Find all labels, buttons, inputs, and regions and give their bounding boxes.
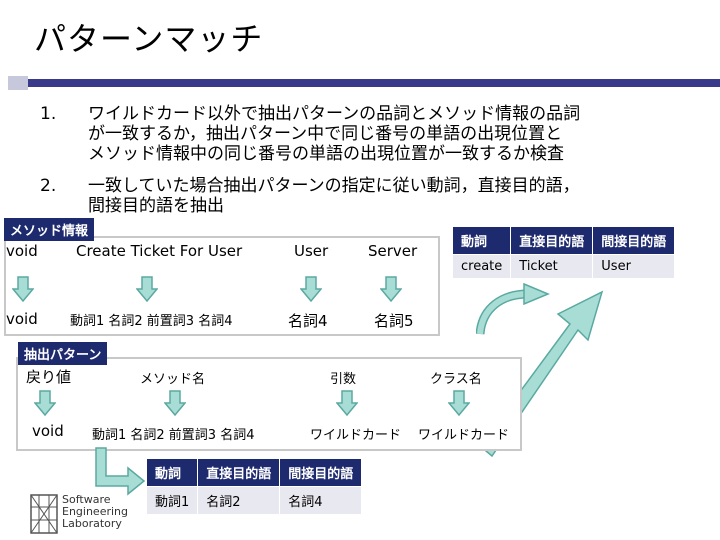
result-header-indirect-object: 間接目的語: [592, 226, 676, 255]
down-arrow-icon: [380, 276, 402, 302]
pattern-table-header-verb: 動詞: [145, 458, 199, 487]
pattern-header-args: 引数: [330, 372, 357, 387]
down-arrow-icon: [136, 276, 158, 302]
method-pos-class: 名詞5: [374, 312, 414, 330]
step-2-number: 2.: [40, 176, 57, 196]
step-1-number: 1.: [40, 104, 57, 124]
method-token-name: Create Ticket For User: [76, 242, 243, 260]
result-table: 動詞 直接目的語 間接目的語 create Ticket User: [451, 226, 676, 279]
lab-logo-icon: [30, 494, 58, 534]
down-arrow-icon: [336, 390, 358, 416]
method-pos-return: void: [6, 310, 38, 328]
title-bar-accent: [8, 76, 28, 90]
step-1-line-1: ワイルドカード以外で抽出パターンの品詞とメソッド情報の品詞: [88, 104, 581, 124]
pattern-table-cell-verb: 動詞1: [145, 486, 199, 515]
result-header-direct-object: 直接目的語: [510, 226, 594, 255]
down-arrow-icon: [164, 390, 186, 416]
down-arrow-icon: [448, 390, 470, 416]
down-arrow-icon: [12, 276, 34, 302]
pattern-table-cell-indirect-object: 名詞4: [279, 486, 363, 515]
step-2-line-2: 間接目的語を抽出: [88, 196, 224, 216]
bent-arrow-icon: [95, 447, 146, 496]
pattern-tag: 抽出パターン: [18, 342, 108, 365]
method-token-class: Server: [368, 242, 418, 260]
method-token-return: void: [6, 242, 38, 260]
result-cell-direct-object: Ticket: [510, 254, 594, 279]
pattern-value-class: ワイルドカード: [418, 428, 510, 443]
pattern-table-cell-direct-object: 名詞2: [197, 486, 281, 515]
pattern-table-header-direct-object: 直接目的語: [197, 458, 281, 487]
step-1-line-2: が一致するか，抽出パターン中で同じ番号の単語の出現位置と: [88, 124, 563, 144]
method-token-arg: User: [294, 242, 329, 260]
pattern-header-return: 戻り値: [26, 368, 72, 386]
result-cell-verb: create: [451, 254, 512, 279]
pattern-table: 動詞 直接目的語 間接目的語 動詞1 名詞2 名詞4: [145, 458, 363, 515]
title-underline-bar: [28, 79, 720, 87]
match-arrow-icon: [476, 282, 550, 335]
pattern-value-method-name: 動詞1 名詞2 前置詞3 名詞4: [92, 428, 255, 443]
step-1-line-3: メソッド情報中の同じ番号の単語の出現位置が一致するか検査: [88, 144, 564, 164]
pattern-value-return: void: [32, 422, 64, 440]
result-cell-indirect-object: User: [592, 254, 676, 279]
method-pos-arg: 名詞4: [288, 312, 328, 330]
down-arrow-icon: [34, 390, 56, 416]
method-info-tag: メソッド情報: [4, 218, 95, 241]
method-pos-name: 動詞1 名詞2 前置詞3 名詞4: [70, 314, 233, 329]
pattern-header-method-name: メソッド名: [140, 372, 206, 387]
pattern-value-args: ワイルドカード: [310, 428, 402, 443]
lab-logo-text: Software Engineering Laboratory: [62, 494, 128, 530]
down-arrow-icon: [300, 276, 322, 302]
pattern-header-class: クラス名: [430, 372, 482, 387]
step-2-line-1: 一致していた場合抽出パターンの指定に従い動詞，直接目的語，: [88, 176, 580, 196]
pattern-table-header-indirect-object: 間接目的語: [279, 458, 363, 487]
result-header-verb: 動詞: [451, 226, 512, 255]
logo-line-3: Laboratory: [62, 517, 122, 530]
page-title: パターンマッチ: [34, 20, 264, 58]
